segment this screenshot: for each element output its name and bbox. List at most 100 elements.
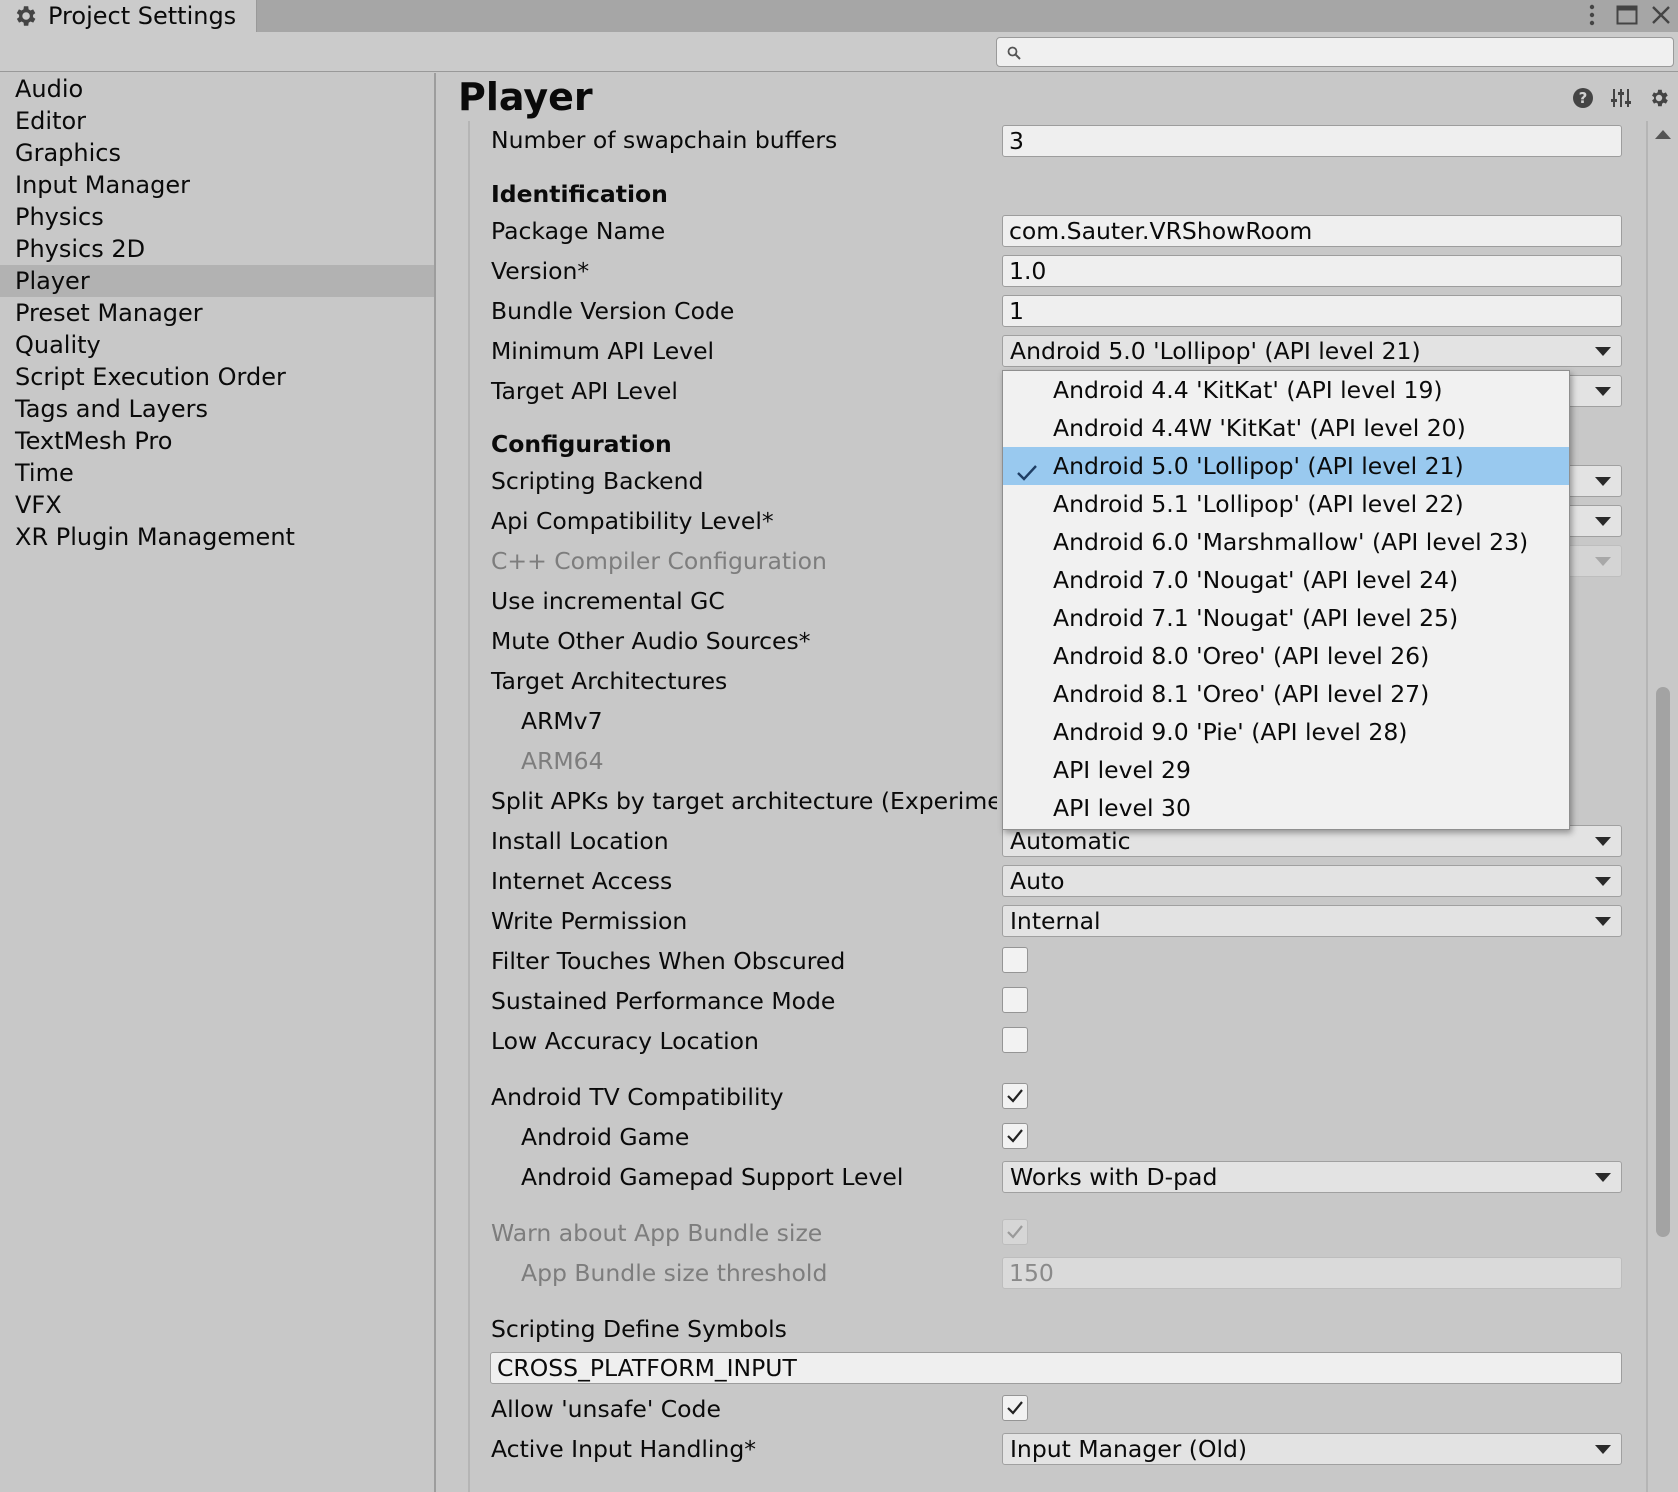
api-option[interactable]: Android 4.4W 'KitKat' (API level 20) [1003,409,1569,447]
low-accuracy-checkbox[interactable] [1002,1027,1028,1053]
sidebar-item-vfx[interactable]: VFX [0,489,434,521]
write-permission-dropdown[interactable]: Internal [1002,905,1622,937]
chevron-down-icon [1595,517,1611,526]
input-handling-label: Active Input Handling* [491,1435,756,1463]
api-option-selected[interactable]: Android 5.0 'Lollipop' (API level 21) [1003,447,1569,485]
preset-sliders-icon[interactable] [1610,87,1632,109]
sidebar-item-audio[interactable]: Audio [0,73,434,105]
project-settings-tab[interactable]: Project Settings [0,0,257,32]
sidebar-item-script-execution-order[interactable]: Script Execution Order [0,361,434,393]
api-option-label: Android 8.0 'Oreo' (API level 26) [1053,642,1430,670]
android-game-label: Android Game [521,1123,690,1151]
sidebar-item-editor[interactable]: Editor [0,105,434,137]
chevron-down-icon [1595,877,1611,886]
search-icon [1007,45,1021,60]
sidebar-item-input-manager[interactable]: Input Manager [0,169,434,201]
chevron-down-icon [1595,477,1611,486]
chevron-down-icon [1595,347,1611,356]
version-input[interactable]: 1.0 [1002,255,1622,287]
filter-touches-checkbox[interactable] [1002,947,1028,973]
gamepad-support-dropdown[interactable]: Works with D-pad [1002,1161,1622,1193]
sidebar-item-preset-manager[interactable]: Preset Manager [0,297,434,329]
sidebar-item-graphics[interactable]: Graphics [0,137,434,169]
scrollbar-thumb[interactable] [1656,687,1670,1237]
configuration-heading: Configuration [491,430,672,458]
settings-gear-icon[interactable] [1648,87,1670,109]
api-option-label: Android 6.0 'Marshmallow' (API level 23) [1053,528,1529,556]
api-option-label: Android 8.1 'Oreo' (API level 27) [1053,680,1430,708]
checkmark-icon [1007,1129,1023,1143]
gamepad-support-value: Works with D-pad [1010,1163,1218,1191]
vertical-scrollbar[interactable] [1652,122,1674,1492]
sidebar-item-quality[interactable]: Quality [0,329,434,361]
warn-bundle-checkbox [1002,1219,1028,1245]
api-option-label: Android 9.0 'Pie' (API level 28) [1053,718,1408,746]
chevron-down-icon [1595,1173,1611,1182]
sidebar-item-time[interactable]: Time [0,457,434,489]
sidebar-item-physics[interactable]: Physics [0,201,434,233]
minimum-api-level-dropdown[interactable]: Android 5.0 'Lollipop' (API level 21) [1002,335,1622,367]
scripting-backend-label: Scripting Backend [491,467,704,495]
api-option[interactable]: Android 7.1 'Nougat' (API level 25) [1003,599,1569,637]
define-symbols-input[interactable]: CROSS_PLATFORM_INPUT [490,1352,1622,1384]
chevron-down-icon [1595,837,1611,846]
package-name-input[interactable]: com.Sauter.VRShowRoom [1002,215,1622,247]
define-symbols-label: Scripting Define Symbols [491,1315,787,1343]
write-permission-label: Write Permission [491,907,688,935]
low-accuracy-label: Low Accuracy Location [491,1027,759,1055]
checkmark-icon [1015,456,1039,481]
target-architectures-label: Target Architectures [491,667,728,695]
api-option[interactable]: API level 29 [1003,751,1569,789]
api-option[interactable]: Android 6.0 'Marshmallow' (API level 23) [1003,523,1569,561]
api-option-label: Android 7.0 'Nougat' (API level 24) [1053,566,1459,594]
api-compatibility-label: Api Compatibility Level* [491,507,774,535]
api-option[interactable]: Android 4.4 'KitKat' (API level 19) [1003,371,1569,409]
android-tv-checkbox[interactable] [1002,1083,1028,1109]
help-icon[interactable]: ? [1572,87,1594,109]
header-icons: ? [1572,87,1670,109]
maximize-icon[interactable] [1612,0,1642,30]
kebab-menu-icon[interactable] [1580,0,1604,30]
filter-touches-label: Filter Touches When Obscured [491,947,846,975]
split-apks-label: Split APKs by target architecture (Exper… [491,787,997,815]
unsafe-code-checkbox[interactable] [1002,1395,1028,1421]
close-icon[interactable] [1646,0,1676,30]
armv7-label: ARMv7 [521,707,603,735]
api-option-label: Android 5.0 'Lollipop' (API level 21) [1053,452,1464,480]
bundle-threshold-input: 150 [1002,1257,1622,1289]
sustained-performance-checkbox[interactable] [1002,987,1028,1013]
sidebar-item-xr-plugin-management[interactable]: XR Plugin Management [0,521,434,553]
cpp-compiler-label: C++ Compiler Configuration [491,547,827,575]
api-option[interactable]: Android 8.1 'Oreo' (API level 27) [1003,675,1569,713]
sidebar-item-player[interactable]: Player [0,265,434,297]
api-option[interactable]: Android 9.0 'Pie' (API level 28) [1003,713,1569,751]
api-option[interactable]: API level 30 [1003,789,1569,827]
internet-access-dropdown[interactable]: Auto [1002,865,1622,897]
android-tv-label: Android TV Compatibility [491,1083,784,1111]
api-option-label: Android 4.4W 'KitKat' (API level 20) [1053,414,1466,442]
api-option[interactable]: Android 7.0 'Nougat' (API level 24) [1003,561,1569,599]
search-input[interactable] [1027,40,1667,64]
gear-icon [12,3,38,29]
incremental-gc-label: Use incremental GC [491,587,725,615]
sidebar-item-physics-2d[interactable]: Physics 2D [0,233,434,265]
sidebar-item-textmesh-pro[interactable]: TextMesh Pro [0,425,434,457]
sidebar-item-tags-and-layers[interactable]: Tags and Layers [0,393,434,425]
settings-toolbar [0,32,1678,72]
api-option-label: API level 30 [1053,794,1191,822]
scroll-up-icon[interactable] [1655,130,1671,139]
version-label: Version* [491,257,590,285]
gamepad-support-label: Android Gamepad Support Level [521,1163,904,1191]
api-option[interactable]: Android 8.0 'Oreo' (API level 26) [1003,637,1569,675]
bundle-version-code-input[interactable]: 1 [1002,295,1622,327]
api-option[interactable]: Android 5.1 'Lollipop' (API level 22) [1003,485,1569,523]
swapchain-input[interactable]: 3 [1002,125,1622,157]
android-game-checkbox[interactable] [1002,1123,1028,1149]
search-field[interactable] [996,37,1674,67]
identification-heading: Identification [491,180,668,208]
minimum-api-level-label: Minimum API Level [491,337,715,365]
api-option-label: Android 5.1 'Lollipop' (API level 22) [1053,490,1464,518]
input-handling-dropdown[interactable]: Input Manager (Old) [1002,1433,1622,1465]
sustained-performance-label: Sustained Performance Mode [491,987,836,1015]
unsafe-code-label: Allow 'unsafe' Code [491,1395,721,1423]
